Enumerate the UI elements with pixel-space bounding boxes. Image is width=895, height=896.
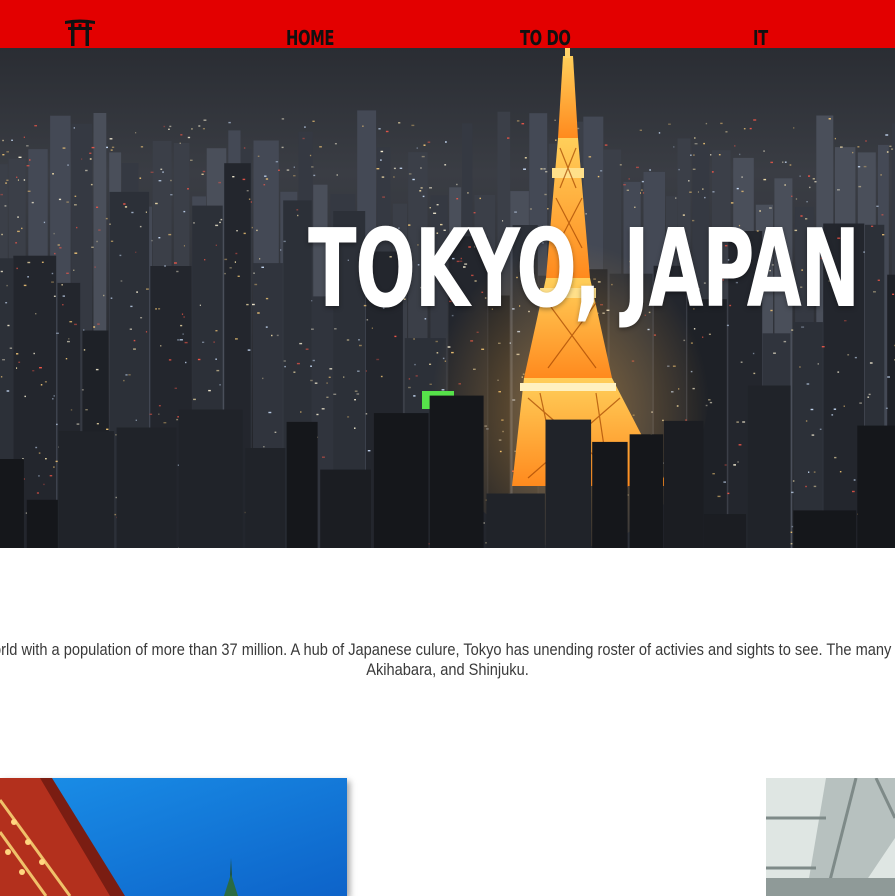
glass-building-image — [766, 778, 895, 896]
torii-gate-icon[interactable] — [64, 18, 96, 46]
intro-line-1: orld with a population of more than 37 m… — [0, 640, 895, 659]
senso-ji-temple-image — [0, 778, 347, 896]
hero-title: TOKYO, JAPAN — [308, 207, 860, 332]
nav-link-to-do[interactable]: To Do — [520, 26, 571, 50]
intro-line-2: Akihabara, and Shinjuku. — [366, 660, 529, 679]
hero-banner: TOKYO, JAPAN — [0, 48, 895, 548]
intro-paragraph: orld with a population of more than 37 m… — [0, 640, 895, 680]
top-nav-bar: Home To Do It — [0, 0, 895, 50]
architecture-photo[interactable] — [766, 778, 895, 896]
nav-link-home[interactable]: Home — [286, 26, 334, 50]
temple-photo[interactable] — [0, 778, 347, 896]
nav-link-it[interactable]: It — [753, 26, 768, 50]
